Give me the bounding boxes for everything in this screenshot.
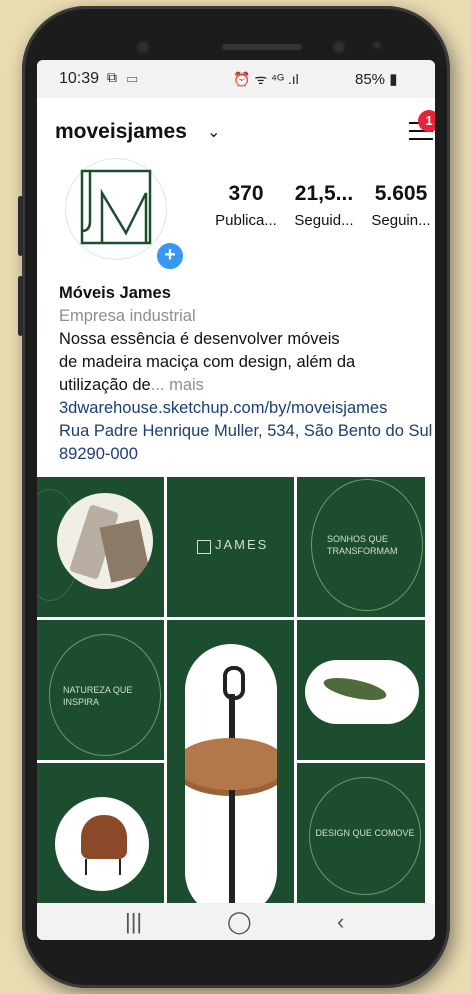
post-sonhos[interactable]: SONHOS QUE TRANSFORMAM — [297, 477, 425, 617]
volume-button — [18, 196, 23, 256]
home-icon[interactable]: ◯ — [227, 909, 252, 935]
post-leaf[interactable] — [297, 620, 425, 760]
following-count: 5.605 — [374, 182, 428, 205]
account-switcher[interactable]: moveisjames — [55, 120, 187, 144]
following-label: Seguin... — [371, 212, 431, 229]
brand-text: JAMES — [215, 537, 269, 552]
bio-line-1: Nossa essência é desenvolver móveis — [59, 330, 340, 348]
front-camera-icon — [136, 40, 150, 54]
post-brand[interactable]: JAMES — [167, 477, 294, 617]
followers-count: 21,5... — [294, 182, 354, 205]
phone-sensors — [102, 34, 402, 60]
phone-screen: 10:39 ⧉ ▭ ⏰ ᯤ ⁴ᴳ .ıl 85% ▮ moveisjames ⌄… — [37, 60, 435, 940]
sensor-icon-2 — [372, 40, 382, 50]
chevron-down-icon[interactable]: ⌄ — [207, 122, 220, 142]
avatar[interactable] — [65, 158, 167, 260]
jm-mini-logo-icon — [197, 540, 211, 554]
volume-button-2 — [18, 276, 23, 336]
hamburger-line — [409, 138, 433, 140]
profile-header: moveisjames ⌄ 1 — [37, 110, 435, 150]
bio-line-2: de madeira maciça com design, além da — [59, 353, 356, 371]
profile-name: Móveis James — [59, 284, 171, 302]
recent-apps-icon[interactable]: ||| — [125, 909, 142, 935]
profile-bio: Móveis James Empresa industrial Nossa es… — [59, 282, 434, 466]
chair-image — [57, 493, 153, 589]
back-icon[interactable]: ‹ — [337, 909, 344, 935]
posts-label: Publica... — [215, 212, 277, 229]
status-bar: 10:39 ⧉ ▭ ⏰ ᯤ ⁴ᴳ .ıl 85% ▮ — [37, 60, 435, 98]
posts-stat[interactable]: 370 Publica... — [211, 182, 281, 229]
address-link[interactable]: Rua Padre Henrique Muller, 534, São Bent… — [59, 420, 434, 466]
table-image — [185, 644, 277, 918]
post-design[interactable]: DESIGN QUE COMOVE — [297, 763, 425, 903]
bio-line-3: utilização de... mais — [59, 376, 204, 394]
battery-icon: ▮ — [389, 71, 398, 88]
signal-icons: ⏰ ᯤ ⁴ᴳ .ıl — [233, 71, 299, 87]
profile-category: Empresa industrial — [59, 307, 196, 325]
notification-icons: ⧉ ▭ — [107, 69, 141, 85]
design-text: DESIGN QUE COMOVE — [315, 828, 415, 838]
armchair-image — [55, 797, 149, 891]
post-chair-wood[interactable] — [37, 477, 164, 617]
website-link[interactable]: 3dwarehouse.sketchup.com/by/moveisjames — [59, 397, 434, 420]
battery-level: 85% ▮ — [355, 71, 398, 88]
more-link[interactable]: ... mais — [151, 376, 204, 394]
android-nav-bar: ||| ◯ ‹ — [37, 903, 435, 940]
post-table-featured[interactable] — [167, 640, 294, 923]
post-natureza[interactable]: NATUREZA QUE INSPIRA — [37, 620, 164, 760]
add-story-button[interactable]: + — [154, 240, 186, 272]
sensor-icon — [332, 40, 346, 54]
following-stat[interactable]: 5.605 Seguin... — [367, 182, 435, 229]
posts-count: 370 — [228, 182, 264, 205]
leaf-image — [305, 660, 419, 724]
notification-badge: 1 — [418, 110, 435, 132]
followers-stat[interactable]: 21,5... Seguid... — [289, 182, 359, 229]
speaker-grille — [222, 44, 302, 50]
clock: 10:39 — [59, 70, 100, 87]
jm-logo-icon — [80, 169, 152, 245]
followers-label: Seguid... — [294, 212, 354, 229]
natureza-text: NATUREZA QUE INSPIRA — [63, 685, 133, 707]
sonhos-text: SONHOS QUE TRANSFORMAM — [327, 534, 398, 556]
post-armchair[interactable] — [37, 763, 164, 903]
